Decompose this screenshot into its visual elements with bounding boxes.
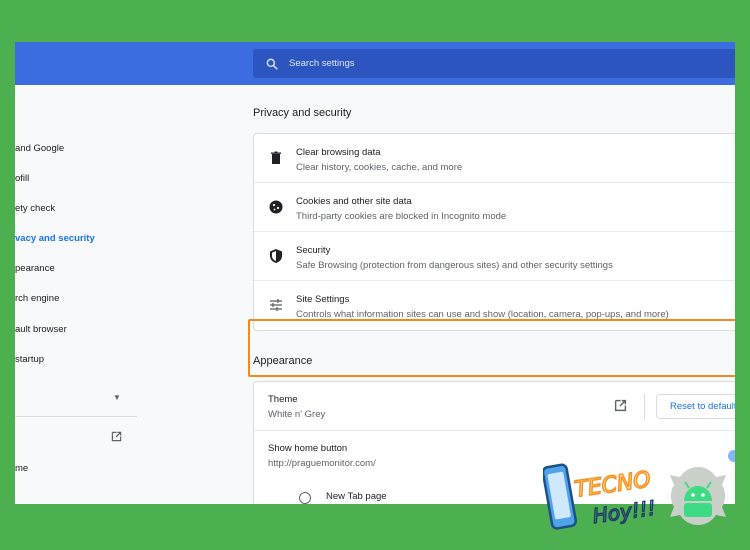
sidebar-item-default-browser[interactable]: ault browser — [15, 324, 67, 335]
external-link-icon[interactable] — [614, 399, 627, 412]
cookies-row[interactable]: Cookies and other site data Third-party … — [254, 183, 735, 232]
row-title: Cookies and other site data — [296, 196, 412, 207]
site-settings-highlight — [248, 319, 735, 377]
search-input[interactable]: Search settings — [253, 49, 735, 78]
sidebar: and Google ofill ety check vacy and secu… — [15, 85, 137, 504]
theme-title: Theme — [268, 394, 298, 405]
shield-icon — [270, 249, 282, 263]
clear-browsing-data-row[interactable]: Clear browsing data Clear history, cooki… — [254, 134, 735, 183]
sidebar-item-privacy-and-security[interactable]: vacy and security — [15, 233, 95, 244]
theme-row[interactable]: Theme White n' Grey Reset to default — [254, 382, 735, 431]
chevron-down-icon[interactable]: ▼ — [113, 393, 121, 402]
privacy-card: Clear browsing data Clear history, cooki… — [253, 133, 735, 331]
search-placeholder: Search settings — [289, 58, 355, 69]
sidebar-item-about[interactable]: me — [15, 463, 28, 474]
sliders-icon — [270, 299, 282, 311]
new-tab-radio[interactable] — [299, 492, 311, 504]
security-row[interactable]: Security Safe Browsing (protection from … — [254, 232, 735, 281]
search-icon — [266, 58, 278, 70]
privacy-section-title: Privacy and security — [253, 107, 352, 119]
svg-text:Hoy!!!: Hoy!!! — [591, 496, 657, 529]
external-link-icon[interactable] — [111, 431, 122, 442]
row-subtitle: Clear history, cookies, cache, and more — [296, 162, 463, 173]
tecnohoy-logo: TECNO Hoy!!! — [543, 463, 726, 530]
sidebar-item-safety-check[interactable]: ety check — [15, 203, 55, 214]
divider — [644, 394, 645, 420]
reset-theme-button[interactable]: Reset to default — [656, 394, 735, 419]
home-button-url: http://praguemonitor.com/ — [268, 458, 376, 469]
row-subtitle: Safe Browsing (protection from dangerous… — [296, 260, 613, 271]
theme-value: White n' Grey — [268, 409, 326, 420]
trash-icon — [271, 151, 281, 164]
sidebar-item-appearance[interactable]: pearance — [15, 263, 55, 274]
sidebar-item-on-startup[interactable]: startup — [15, 354, 44, 365]
sidebar-divider — [15, 416, 137, 417]
sidebar-item-autofill[interactable]: ofill — [15, 173, 29, 184]
sidebar-item-search-engine[interactable]: rch engine — [15, 293, 59, 304]
row-subtitle: Third-party cookies are blocked in Incog… — [296, 211, 507, 222]
cookie-icon — [269, 200, 283, 214]
home-button-title: Show home button — [268, 443, 348, 454]
row-title: Clear browsing data — [296, 147, 381, 158]
new-tab-label: New Tab page — [326, 491, 387, 502]
row-title: Security — [296, 245, 331, 256]
settings-window: Search settings and Google ofill ety che… — [15, 42, 735, 504]
row-title: Site Settings — [296, 294, 350, 305]
sidebar-item-you-and-google[interactable]: and Google — [15, 143, 64, 154]
settings-header: Search settings — [15, 42, 735, 85]
settings-main: Privacy and security Clear browsing data… — [137, 85, 735, 504]
